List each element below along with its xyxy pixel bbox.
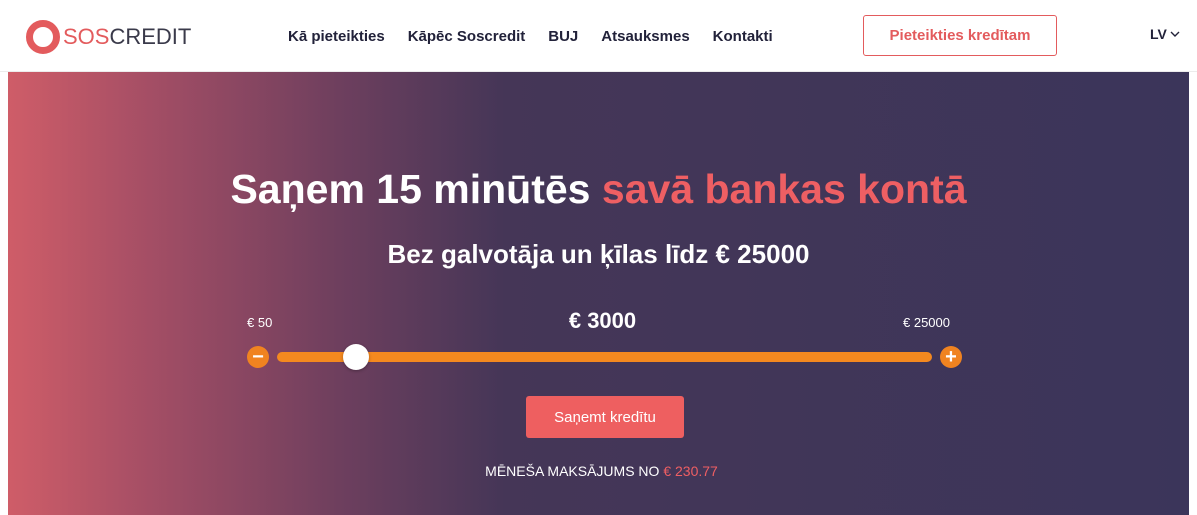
minus-icon: −: [252, 346, 264, 368]
nav-link-contacts[interactable]: Kontakti: [713, 28, 773, 45]
monthly-payment: MĒNEŠA MAKSĀJUMS NO € 230.77: [485, 463, 718, 479]
site-header: SOSCREDIT Kā pieteikties Kāpēc Soscredit…: [0, 0, 1197, 72]
amount-slider-handle[interactable]: [343, 344, 369, 370]
plus-icon: +: [945, 346, 957, 368]
logo[interactable]: SOSCREDIT: [26, 20, 191, 54]
nav-link-reviews[interactable]: Atsauksmes: [601, 28, 689, 45]
headline-accent: savā bankas kontā: [601, 166, 967, 212]
hero-headline: Saņem 15 minūtēs savā bankas kontā: [230, 166, 967, 212]
main-nav: Kā pieteikties Kāpēc Soscredit BUJ Atsau…: [288, 0, 796, 72]
decrease-amount-button[interactable]: −: [247, 346, 269, 368]
increase-amount-button[interactable]: +: [940, 346, 962, 368]
logo-ring-icon: [26, 20, 60, 54]
slider-max-label: € 25000: [903, 315, 950, 330]
nav-link-how-to-apply[interactable]: Kā pieteikties: [288, 28, 385, 45]
loan-amount-value: € 3000: [568, 308, 637, 333]
get-credit-button[interactable]: Saņemt kredītu: [526, 396, 684, 438]
chevron-down-icon: [1170, 31, 1180, 37]
apply-for-credit-button[interactable]: Pieteikties kredītam: [863, 15, 1057, 56]
amount-slider-track[interactable]: [277, 352, 932, 362]
hero-section: [8, 72, 1189, 515]
language-selector[interactable]: LV: [1150, 26, 1180, 42]
language-label: LV: [1150, 26, 1167, 42]
nav-link-faq[interactable]: BUJ: [548, 28, 578, 45]
nav-link-why-soscredit[interactable]: Kāpēc Soscredit: [408, 28, 526, 45]
monthly-payment-value: € 230.77: [663, 463, 718, 479]
logo-text: SOSCREDIT: [63, 24, 192, 49]
hero-subheadline: Bez galvotāja un ķīlas līdz € 25000: [387, 239, 810, 269]
